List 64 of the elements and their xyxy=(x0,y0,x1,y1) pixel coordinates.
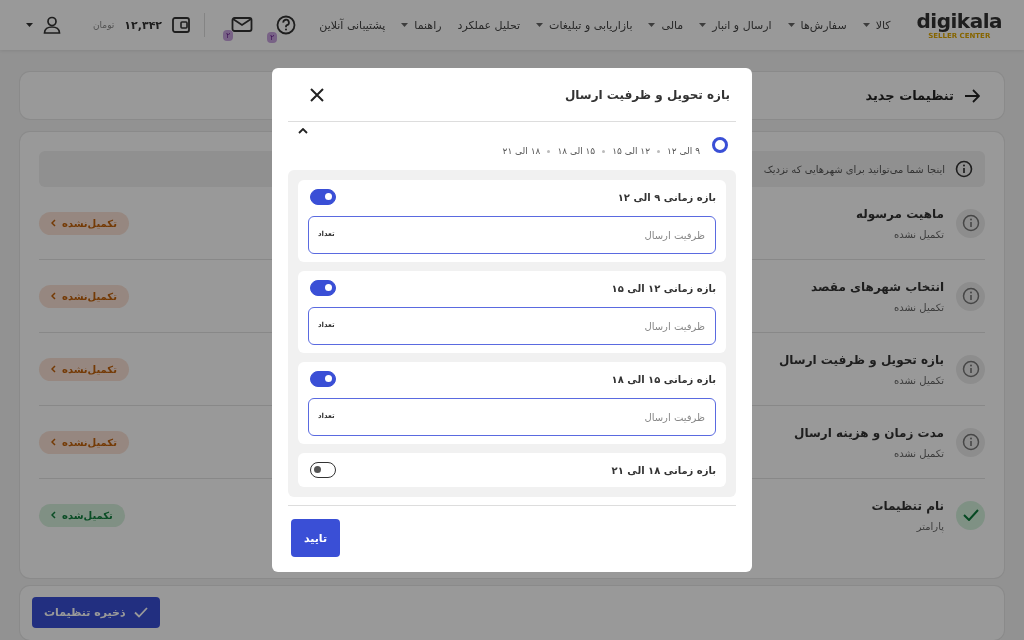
toggle-switch[interactable] xyxy=(310,371,336,387)
info-text: اینجا شما می‌توانید برای شهرهایی که نزدیک xyxy=(763,163,945,175)
chevron-up-icon[interactable] xyxy=(298,128,308,134)
step-title: ماهیت مرسوله xyxy=(855,206,944,221)
slot-title: بازه زمانی ۱۵ الی ۱۸ xyxy=(611,373,716,385)
separator-dot-icon xyxy=(657,149,660,153)
slot-title: بازه زمانی ۹ الی ۱۲ xyxy=(617,191,716,203)
step-status-text: تکمیل نشده xyxy=(892,228,944,240)
step-status-text: تکمیل نشده xyxy=(892,447,944,459)
chevron-left-icon xyxy=(51,292,56,301)
step-title: انتخاب شهرهای مقصد xyxy=(811,279,944,294)
user-icon[interactable] xyxy=(43,16,61,34)
caret-icon[interactable] xyxy=(26,23,33,27)
notification-badge: ۲ xyxy=(223,30,234,41)
toggle-switch[interactable] xyxy=(310,462,336,478)
help-button[interactable]: ۲ xyxy=(267,14,298,43)
step-title: مدت زمان و هزینه ارسال xyxy=(794,425,944,440)
step-title: بازه تحویل و ظرفیت ارسال xyxy=(778,352,944,367)
back-arrow-icon[interactable] xyxy=(964,88,980,103)
close-icon[interactable] xyxy=(310,87,324,102)
chevron-left-icon xyxy=(51,365,56,374)
chevron-left-icon xyxy=(51,438,56,447)
radio-button[interactable] xyxy=(712,137,728,153)
separator-dot-icon xyxy=(602,149,606,153)
nav-menu-item[interactable]: ارسال و انبار xyxy=(699,18,772,32)
notification-badge: ۲ xyxy=(267,32,278,43)
time-slot-summary: ۹ الی ۱۲ ۱۲ الی ۱۵ ۱۵ الی ۱۸ ۱۸ الی ۲۱ xyxy=(502,146,700,156)
step-title: نام تنظیمات xyxy=(871,498,944,513)
chevron-left-icon xyxy=(51,511,56,520)
wallet-icon[interactable] xyxy=(172,17,191,33)
help-icon xyxy=(275,14,298,36)
nav-menu-item[interactable]: کالا xyxy=(862,18,891,32)
currency-label: تومان xyxy=(93,20,115,30)
slot-title: بازه زمانی ۱۸ الی ۲۱ xyxy=(611,464,716,476)
confirm-button[interactable]: تایید xyxy=(291,519,340,557)
mail-button[interactable]: ۲ xyxy=(223,16,254,41)
step-status-text: تکمیل نشده xyxy=(892,301,944,313)
step-status-text: تکمیل نشده xyxy=(892,374,944,386)
separator-dot-icon xyxy=(547,149,551,153)
nav-menu-item[interactable]: بازاریابی و تبلیغات xyxy=(536,18,633,32)
caret-icon xyxy=(699,23,707,27)
nav-menu-item[interactable]: سفارش‌ها xyxy=(787,18,847,32)
nav-menu-item[interactable]: تحلیل عملکرد xyxy=(457,18,521,32)
step-status-text: پارامتر xyxy=(915,520,944,532)
wallet-balance: ۱۲,۳۴۲ xyxy=(124,18,163,32)
nav-menu-item[interactable]: راهنما xyxy=(401,18,442,32)
status-chip[interactable]: تکمیل‌شده xyxy=(39,503,125,527)
mail-icon xyxy=(231,16,254,34)
info-icon xyxy=(955,160,973,179)
toggle-switch[interactable] xyxy=(310,189,336,205)
caret-icon xyxy=(862,23,870,27)
caret-icon xyxy=(648,23,656,27)
save-button[interactable]: ذخیره تنظیمات xyxy=(32,597,160,629)
caret-icon xyxy=(787,23,795,27)
nav-menu-item[interactable]: پشتیبانی آنلاین xyxy=(319,18,386,32)
toggle-switch[interactable] xyxy=(310,280,336,296)
slot-title: بازه زمانی ۱۲ الی ۱۵ xyxy=(611,282,716,294)
check-icon xyxy=(133,607,148,619)
caret-icon xyxy=(536,23,544,27)
page-title: تنظیمات جدید xyxy=(865,88,954,104)
chevron-left-icon xyxy=(51,219,56,228)
dialog-title: بازه تحویل و ظرفیت ارسال xyxy=(564,87,730,102)
caret-icon xyxy=(401,23,409,27)
nav-menu-item[interactable]: مالی xyxy=(648,18,684,32)
